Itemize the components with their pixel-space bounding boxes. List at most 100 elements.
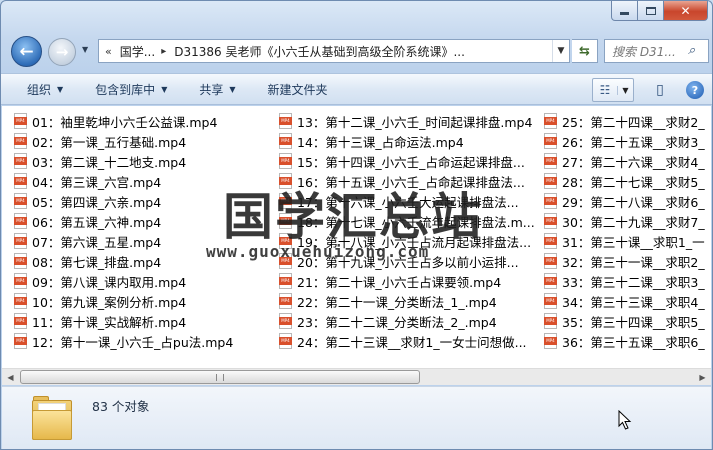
list-item[interactable]: 03：第二课_十二地支.mp4	[14, 151, 284, 171]
refresh-button[interactable]: ⇆	[572, 39, 598, 63]
list-item[interactable]: 14：第十三课_占命运法.mp4	[279, 131, 549, 151]
address-bar[interactable]: « 国学... ▸ D31386 吴老师《小六壬从基础到高级全阶系统课》...	[98, 39, 570, 63]
list-item[interactable]: 09：第八课_课内取用.mp4	[14, 271, 284, 291]
navigation-bar: ← → ▼ « 国学... ▸ D31386 吴老师《小六壬从基础到高级全阶系统…	[1, 29, 712, 67]
file-name: 34：第三十三课__求职4_	[562, 294, 705, 310]
list-item[interactable]: 32：第三十一课__求职2_	[544, 251, 711, 271]
scroll-left-icon[interactable]: ◀	[2, 369, 19, 385]
mp4-file-icon	[14, 133, 27, 149]
preview-pane-icon: ▯	[656, 82, 664, 98]
help-icon: ?	[691, 83, 699, 97]
list-item[interactable]: 21：第二十课_小六壬占课要领.mp4	[279, 271, 549, 291]
chevron-down-icon: ▼	[161, 84, 168, 94]
back-arrow-icon: ←	[19, 41, 34, 62]
file-name: 13：第十二课_小六壬_时间起课排盘.mp4	[297, 114, 533, 130]
list-item[interactable]: 13：第十二课_小六壬_时间起课排盘.mp4	[279, 111, 549, 131]
list-item[interactable]: 15：第十四课_小六壬_占命运起课排盘...	[279, 151, 549, 171]
file-name: 33：第三十二课__求职3_	[562, 274, 705, 290]
mp4-file-icon	[14, 173, 27, 189]
mp4-file-icon	[544, 153, 557, 169]
mp4-file-icon	[14, 313, 27, 329]
mp4-file-icon	[14, 193, 27, 209]
watermark-url: www.guoxuehuizong.com	[206, 242, 430, 261]
mp4-file-icon	[279, 153, 292, 169]
forward-button[interactable]: →	[48, 38, 76, 66]
list-item[interactable]: 10：第九课_案例分析.mp4	[14, 291, 284, 311]
list-item[interactable]: 36：第三十五课__求职6_	[544, 331, 711, 351]
share-menu[interactable]: 共享 ▼	[189, 77, 245, 101]
new-folder-button[interactable]: 新建文件夹	[258, 77, 338, 101]
scroll-right-icon[interactable]: ▶	[694, 369, 711, 385]
list-item[interactable]: 25：第二十四课__求财2_	[544, 111, 711, 131]
list-item[interactable]: 28：第二十七课__求财5_	[544, 171, 711, 191]
file-name: 25：第二十四课__求财2_	[562, 114, 705, 130]
mouse-cursor-icon	[618, 410, 632, 430]
list-view-icon: ☷	[599, 83, 611, 97]
file-name: 32：第三十一课__求职2_	[562, 254, 705, 270]
list-item[interactable]: 22：第二十一课_分类断法_1_.mp4	[279, 291, 549, 311]
list-item[interactable]: 33：第三十二课__求职3_	[544, 271, 711, 291]
forward-arrow-icon: →	[55, 43, 69, 61]
file-name: 09：第八课_课内取用.mp4	[32, 274, 187, 290]
file-name: 36：第三十五课__求职6_	[562, 334, 705, 350]
organize-menu[interactable]: 组织 ▼	[17, 77, 73, 101]
scrollbar-thumb[interactable]	[20, 370, 420, 384]
mp4-file-icon	[279, 293, 292, 309]
include-in-library-label: 包含到库中	[95, 82, 156, 97]
file-name: 07：第六课_五星.mp4	[32, 234, 162, 250]
list-item[interactable]: 30：第二十九课__求财7_	[544, 211, 711, 231]
search-icon[interactable]: ⌕	[688, 43, 704, 59]
minimize-button[interactable]	[611, 1, 638, 21]
horizontal-scrollbar[interactable]: ◀ ▶	[2, 368, 711, 385]
list-item[interactable]: 01：袖里乾坤小六壬公益课.mp4	[14, 111, 284, 131]
address-segment[interactable]: 国学...	[120, 43, 155, 60]
file-name: 01：袖里乾坤小六壬公益课.mp4	[32, 114, 218, 130]
list-item[interactable]: 29：第二十八课__求财6_	[544, 191, 711, 211]
mp4-file-icon	[14, 253, 27, 269]
back-button[interactable]: ←	[11, 36, 42, 67]
help-button[interactable]: ?	[686, 81, 704, 99]
list-item[interactable]: 35：第三十四课__求职5_	[544, 311, 711, 331]
change-view-button[interactable]: ☷ ▼	[592, 78, 634, 102]
file-name: 22：第二十一课_分类断法_1_.mp4	[297, 294, 497, 310]
mp4-file-icon	[544, 313, 557, 329]
list-item[interactable]: 11：第十课_实战解析.mp4	[14, 311, 284, 331]
chevron-down-icon: ▼	[82, 45, 89, 54]
chevron-down-icon: ▼	[57, 84, 64, 94]
preview-pane-button[interactable]: ▯	[648, 78, 672, 102]
address-dropdown-button[interactable]: ▼	[552, 40, 569, 62]
address-overflow-icon[interactable]: «	[105, 45, 112, 58]
details-pane: 83 个对象	[2, 386, 711, 449]
list-item[interactable]: 26：第二十五课__求财3_	[544, 131, 711, 151]
maximize-button[interactable]	[638, 1, 664, 21]
search-input[interactable]: 搜索 D31... ⌕	[604, 39, 709, 63]
mp4-file-icon	[544, 213, 557, 229]
item-count: 83 个对象	[92, 399, 150, 414]
chevron-down-icon[interactable]: ▼	[617, 85, 633, 95]
file-name: 30：第二十九课__求财7_	[562, 214, 705, 230]
list-item[interactable]: 34：第三十三课__求职4_	[544, 291, 711, 311]
file-name: 03：第二课_十二地支.mp4	[32, 154, 187, 170]
list-item[interactable]: 31：第三十课__求职1_一	[544, 231, 711, 251]
command-bar: 组织 ▼ 包含到库中 ▼ 共享 ▼ 新建文件夹 ☷ ▼ ▯ ?	[1, 73, 712, 105]
mp4-file-icon	[279, 273, 292, 289]
mp4-file-icon	[544, 133, 557, 149]
file-name: 06：第五课_六神.mp4	[32, 214, 162, 230]
list-item[interactable]: 02：第一课_五行基础.mp4	[14, 131, 284, 151]
folder-icon	[32, 394, 72, 441]
recent-pages-button[interactable]: ▼	[82, 45, 92, 57]
list-item[interactable]: 24：第二十三课__求财1_一女士问想做...	[279, 331, 549, 351]
address-segment[interactable]: D31386 吴老师《小六壬从基础到高级全阶系统课》...	[174, 43, 465, 60]
list-item[interactable]: 12：第十一课_小六壬_占pu法.mp4	[14, 331, 284, 351]
share-label: 共享	[199, 82, 224, 97]
list-item[interactable]: 23：第二十二课_分类断法_2_.mp4	[279, 311, 549, 331]
close-icon: ✕	[680, 3, 691, 18]
include-in-library-menu[interactable]: 包含到库中 ▼	[85, 77, 177, 101]
close-button[interactable]: ✕	[664, 1, 708, 21]
address-separator-icon[interactable]: ▸	[161, 46, 166, 57]
file-name: 10：第九课_案例分析.mp4	[32, 294, 187, 310]
list-item[interactable]: 27：第二十六课__求财4_	[544, 151, 711, 171]
file-name: 15：第十四课_小六壬_占命运起课排盘...	[297, 154, 525, 170]
mp4-file-icon	[14, 213, 27, 229]
file-name: 29：第二十八课__求财6_	[562, 194, 705, 210]
